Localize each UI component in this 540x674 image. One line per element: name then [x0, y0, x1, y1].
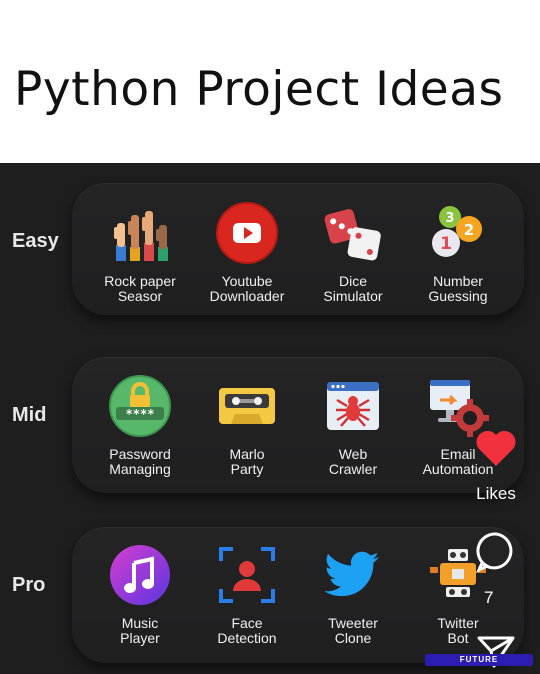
likes-label: Likes	[476, 484, 516, 503]
header: Python Project Ideas	[0, 0, 540, 163]
watermark-text: FUTURE	[459, 655, 499, 664]
idea-caption: Youtube Downloader	[209, 273, 285, 304]
idea-number-guessing[interactable]: 3 2 1 Number Guessing	[403, 201, 513, 304]
svg-text:****: ****	[126, 407, 155, 421]
youtube-play-icon	[216, 202, 278, 264]
svg-text:2: 2	[464, 221, 474, 239]
svg-text:1: 1	[440, 234, 452, 254]
raised-hands-icon	[114, 211, 168, 261]
comment-count: 7	[484, 588, 494, 607]
music-note-icon	[110, 545, 170, 605]
idea-caption: Web Crawler	[328, 446, 378, 477]
idea-marlo-party[interactable]: Marlo Party	[192, 374, 302, 477]
web-spider-icon	[327, 382, 379, 430]
idea-face-detection[interactable]: Face Detection	[192, 543, 302, 646]
row-label-easy: Easy	[12, 230, 59, 252]
comment-button[interactable]	[474, 530, 518, 574]
idea-caption: Tweeter Clone	[328, 615, 378, 646]
idea-caption: Marlo Party	[229, 446, 265, 477]
svg-text:3: 3	[445, 211, 454, 226]
comment-bubble-icon	[476, 532, 513, 574]
idea-caption: Rock paper Seasor	[104, 273, 176, 304]
twitter-bird-icon	[324, 551, 379, 597]
idea-tweeter-clone[interactable]: Tweeter Clone	[298, 543, 408, 646]
password-lock-icon: ****	[109, 375, 171, 437]
idea-web-crawler[interactable]: Web Crawler	[298, 374, 408, 477]
idea-rock-paper[interactable]: Rock paper Seasor	[85, 201, 195, 304]
cassette-icon	[219, 388, 275, 424]
row-label-pro: Pro	[12, 574, 46, 596]
idea-caption: Face Detection	[217, 615, 277, 646]
row-label-mid: Mid	[12, 404, 47, 426]
like-button[interactable]	[474, 428, 518, 468]
idea-youtube-downloader[interactable]: Youtube Downloader	[192, 201, 302, 304]
heart-icon	[476, 430, 516, 466]
watermark: FUTURE	[425, 654, 533, 666]
page-title: Python Project Ideas	[14, 62, 504, 117]
idea-password-managing[interactable]: **** Password Managing	[85, 374, 195, 477]
face-detection-icon	[219, 547, 275, 603]
idea-caption: Dice Simulator	[323, 273, 383, 304]
dice-icon	[324, 209, 381, 261]
idea-caption: Password Managing	[109, 446, 171, 477]
idea-caption: Music Player	[120, 615, 160, 646]
number-balls-icon: 3 2 1	[432, 206, 482, 257]
idea-caption: Number Guessing	[428, 273, 488, 304]
idea-dice-simulator[interactable]: Dice Simulator	[298, 201, 408, 304]
idea-music-player[interactable]: Music Player	[85, 543, 195, 646]
